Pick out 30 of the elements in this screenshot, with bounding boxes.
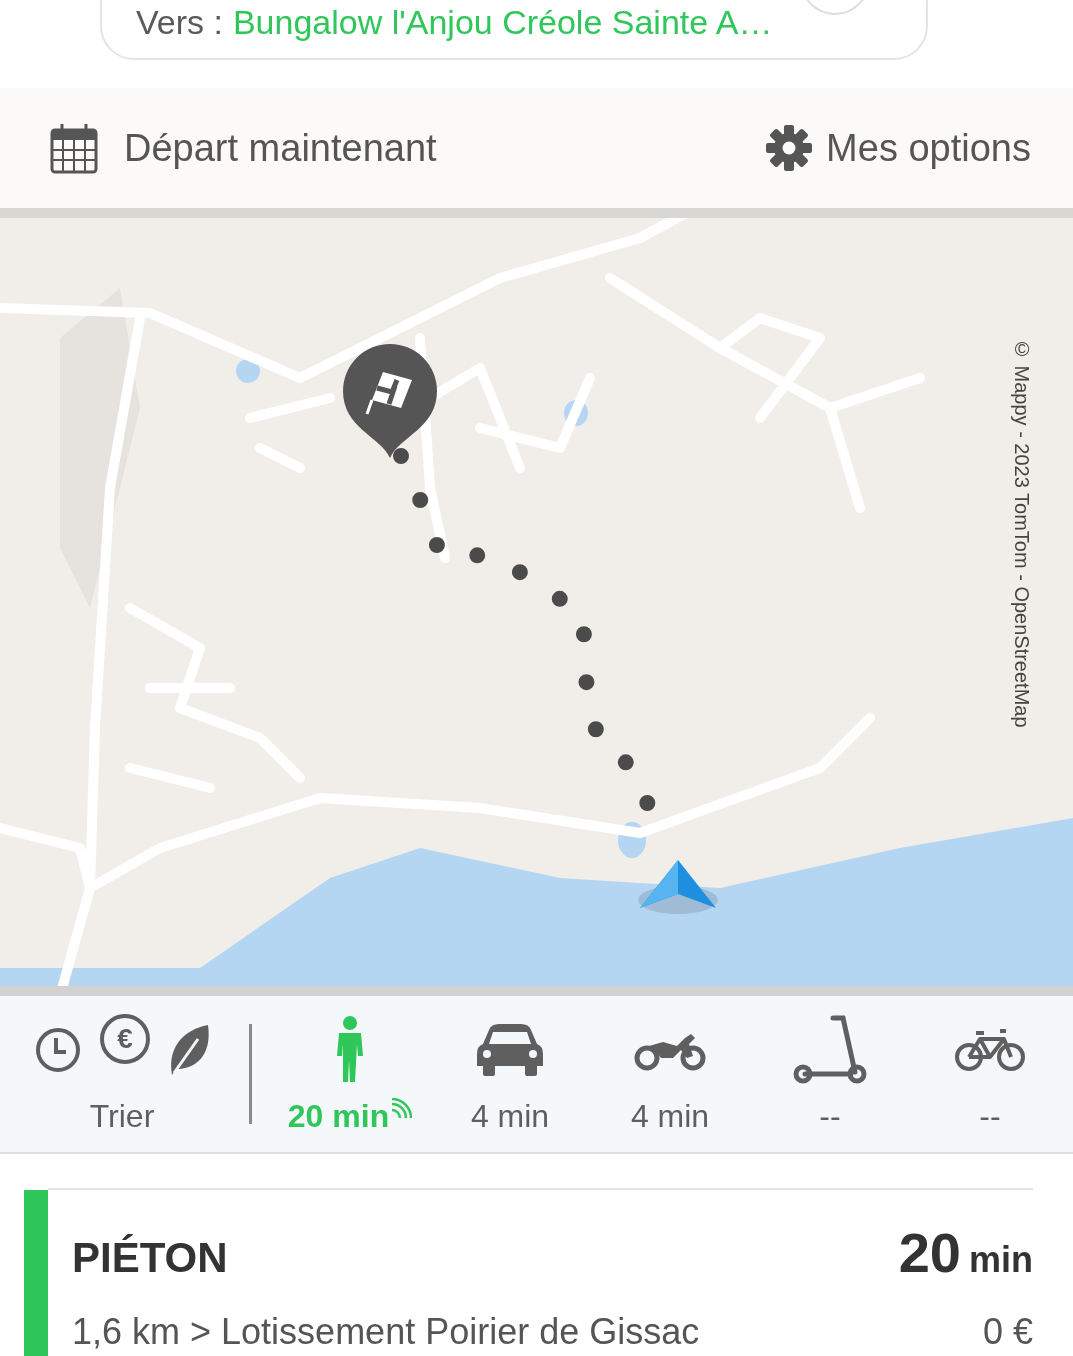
travel-time: -- [979, 1097, 1001, 1135]
destination-value: Bungalow l'Anjou Créole Sainte A… [232, 3, 773, 42]
car-icon [475, 1021, 545, 1078]
map-attribution: © Mappy - 2023 TomTom - OpenStreetMap [1010, 338, 1033, 728]
departure-button[interactable]: Départ maintenant [50, 122, 437, 174]
transport-mode-tab[interactable]: 4 min [590, 1013, 750, 1135]
options-button[interactable]: Mes options [766, 125, 1031, 171]
route-details: 1,6 km > Lotissement Poirier de Gissac [72, 1311, 700, 1353]
location-arrow-icon [638, 860, 718, 914]
price-sort-icon[interactable]: € [100, 1013, 150, 1064]
kick-scooter-icon [793, 1013, 867, 1086]
travel-time: 4 min [470, 1097, 550, 1135]
calendar-icon [50, 122, 98, 174]
travel-time: 4 min [630, 1097, 710, 1135]
sort-label[interactable]: Trier [89, 1097, 155, 1135]
transport-mode-title: PIÉTON [72, 1234, 228, 1282]
travel-time: 20 min [287, 1097, 390, 1135]
duration-unit: min [969, 1239, 1033, 1281]
settings-icon [766, 125, 813, 171]
leaf-icon[interactable] [168, 1022, 210, 1077]
clock-icon[interactable] [34, 1025, 82, 1074]
transport-mode-tab[interactable]: -- [910, 1013, 1070, 1135]
travel-time: -- [819, 1097, 841, 1135]
duration-value: 20 [898, 1220, 961, 1285]
flag-pin-icon [343, 344, 437, 458]
bicycle-icon [954, 1026, 1026, 1073]
transport-mode-tab[interactable]: -- [750, 1013, 910, 1135]
transport-mode-tab[interactable]: 4 min [430, 1013, 590, 1135]
route-price: 0 € [982, 1311, 1033, 1353]
destination-label: Vers : [136, 3, 223, 42]
